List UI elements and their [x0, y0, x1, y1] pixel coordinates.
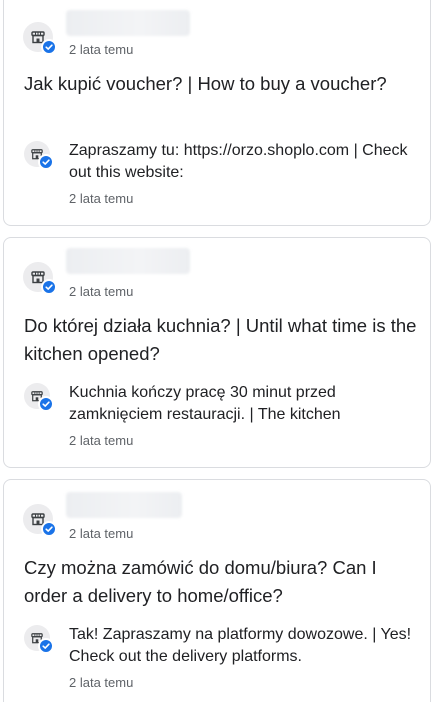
questions-and-answers-feed: 2 lata temu Jak kupić voucher? | How to …	[0, 0, 445, 702]
business-avatar[interactable]	[23, 504, 57, 537]
business-avatar[interactable]	[23, 262, 57, 295]
blurred-author-name	[66, 492, 182, 518]
answer-timestamp: 2 lata temu	[69, 433, 134, 448]
answer-timestamp: 2 lata temu	[69, 675, 134, 690]
business-avatar[interactable]	[23, 22, 57, 55]
answer-text: Kuchnia kończy pracę 30 minut przed zamk…	[69, 384, 341, 423]
blurred-author-name	[66, 10, 190, 36]
verified-check-icon	[41, 521, 57, 537]
blurred-author-name	[66, 248, 190, 274]
business-avatar[interactable]	[24, 383, 54, 412]
qa-card[interactable]: 2 lata temu Jak kupić voucher? | How to …	[3, 0, 431, 226]
verified-check-icon	[41, 279, 57, 295]
qa-card[interactable]: 2 lata temu Do której działa kuchnia? | …	[3, 237, 431, 468]
answer-text: Zapraszamy tu: https://orzo.shoplo.com |…	[69, 142, 408, 181]
question-timestamp: 2 lata temu	[69, 284, 134, 299]
question-text: Jak kupić voucher? | How to buy a vouche…	[24, 73, 387, 94]
business-avatar[interactable]	[24, 625, 54, 654]
question-text: Czy można zamówić do domu/biura? Can I o…	[24, 557, 377, 606]
verified-check-icon	[38, 396, 54, 412]
question-text: Do której działa kuchnia? | Until what t…	[24, 315, 417, 364]
answer-timestamp: 2 lata temu	[69, 191, 134, 206]
verified-check-icon	[41, 39, 57, 55]
verified-check-icon	[38, 154, 54, 170]
verified-check-icon	[38, 638, 54, 654]
qa-card[interactable]: 2 lata temu Czy można zamówić do domu/bi…	[3, 479, 431, 702]
business-avatar[interactable]	[24, 141, 54, 170]
question-timestamp: 2 lata temu	[69, 42, 134, 57]
question-timestamp: 2 lata temu	[69, 526, 134, 541]
answer-text: Tak! Zapraszamy na platformy dowozowe. |…	[69, 626, 412, 665]
